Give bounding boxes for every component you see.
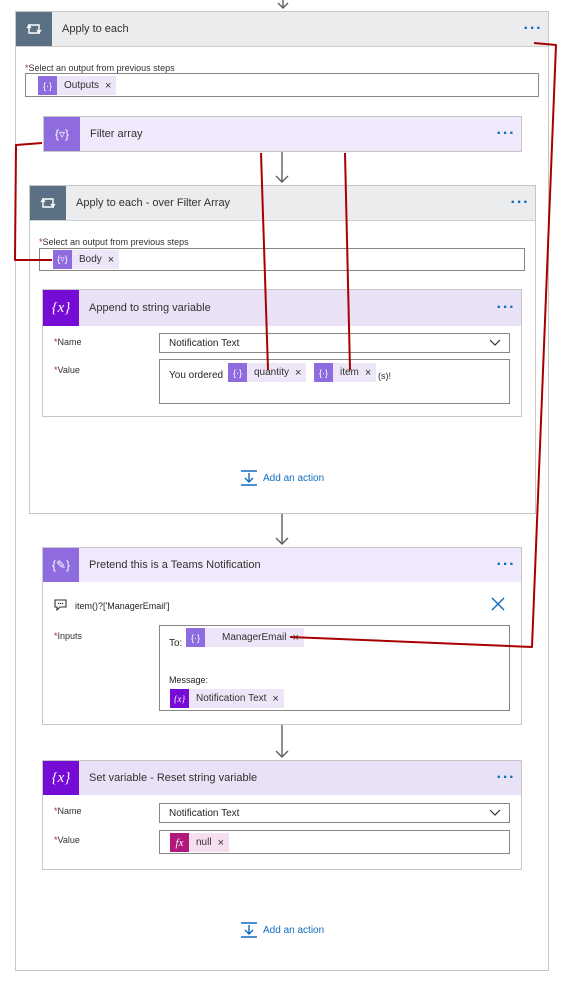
teams-notification-title: Pretend this is a Teams Notification (89, 559, 261, 571)
remove-token-icon[interactable]: × (272, 693, 278, 705)
inputs-label: *Inputs (54, 631, 83, 641)
select-output-label: *Select an output from previous steps (25, 63, 175, 73)
name-dropdown[interactable]: Notification Text (159, 803, 510, 823)
connector-arrow-icon (275, 725, 289, 758)
loop-icon (16, 12, 52, 46)
more-options-button[interactable]: ··· (491, 769, 521, 787)
append-variable-header[interactable]: {x} Append to string variable ··· (43, 290, 521, 326)
chevron-down-icon (489, 809, 501, 816)
set-variable-title: Set variable - Reset string variable (89, 772, 258, 784)
more-options-button[interactable]: ··· (491, 299, 521, 317)
remove-token-icon[interactable]: × (218, 837, 224, 849)
loop-icon (30, 186, 66, 220)
close-icon[interactable] (491, 597, 505, 611)
name-label: *Name (54, 337, 82, 347)
inputs-field[interactable]: To: {·} ManagerEmail × Message: {x} Notif… (159, 625, 510, 711)
expression-icon: fx (170, 833, 189, 852)
dynamic-content-icon: {·} (186, 628, 205, 647)
select-output-label: *Select an output from previous steps (39, 237, 189, 247)
body-token[interactable]: {▿} Body × (53, 250, 120, 269)
chevron-down-icon (489, 339, 501, 346)
teams-notification-header[interactable]: {✎} Pretend this is a Teams Notification… (43, 548, 521, 582)
name-dropdown[interactable]: Notification Text (159, 333, 510, 353)
value-label: *Value (54, 835, 80, 845)
value-label: *Value (54, 365, 80, 375)
connector-arrow-icon (275, 152, 289, 183)
variable-icon: {x} (43, 761, 79, 795)
apply-to-each-title: Apply to each (62, 23, 129, 35)
item-token[interactable]: {·} item × (314, 363, 377, 382)
filter-icon: {▿} (44, 117, 80, 151)
more-options-button[interactable]: ··· (491, 556, 521, 574)
dynamic-content-icon: {·} (38, 76, 57, 95)
remove-token-icon[interactable]: × (292, 632, 298, 644)
compose-icon: {✎} (43, 548, 79, 582)
add-action-icon (241, 922, 257, 938)
variable-icon: {x} (170, 689, 189, 708)
dynamic-content-icon: {·} (228, 363, 247, 382)
apply-to-each-filter-header[interactable]: Apply to each - over Filter Array ··· (30, 186, 535, 221)
null-token[interactable]: fx null × (170, 833, 230, 852)
top-arrow-icon (277, 0, 289, 9)
select-output-field[interactable]: {▿} Body × (39, 248, 525, 271)
more-options-button[interactable]: ··· (491, 125, 521, 143)
filter-array-title: Filter array (90, 128, 143, 140)
name-value: Notification Text (169, 807, 240, 819)
dynamic-content-icon: {·} (314, 363, 333, 382)
select-output-field[interactable]: {·} Outputs × (25, 73, 539, 97)
message-label: Message: (169, 675, 209, 685)
set-variable-header[interactable]: {x} Set variable - Reset string variable… (43, 761, 521, 795)
quantity-token[interactable]: {·} quantity × (228, 363, 307, 382)
name-value: Notification Text (169, 337, 240, 349)
variable-icon: {x} (43, 290, 79, 326)
notification-text-token[interactable]: {x} Notification Text × (170, 689, 284, 708)
to-label: To: (169, 638, 183, 649)
connector-arrow-icon (275, 514, 289, 545)
add-action-link[interactable]: Add an action (240, 469, 324, 487)
parameter-expression-text: item()?['ManagerEmail'] (75, 601, 170, 611)
add-action-icon (241, 470, 257, 486)
remove-token-icon[interactable]: × (108, 254, 114, 266)
value-field[interactable]: You ordered {·} quantity × {·} item × (s)! (159, 359, 510, 404)
name-label: *Name (54, 806, 82, 816)
remove-token-icon[interactable]: × (295, 367, 301, 379)
add-action-link[interactable]: Add an action (240, 921, 324, 939)
filter-token-icon: {▿} (53, 250, 72, 269)
value-suffix-text: (s)! (378, 371, 391, 381)
filter-array-header[interactable]: {▿} Filter array ··· (44, 117, 521, 151)
more-options-button[interactable]: ··· (518, 20, 548, 38)
more-options-button[interactable]: ··· (505, 194, 535, 212)
manager-email-token[interactable]: {·} ManagerEmail × (186, 628, 304, 647)
value-field[interactable]: fx null × (159, 830, 510, 854)
filter-array-card[interactable]: {▿} Filter array ··· (43, 116, 522, 152)
remove-token-icon[interactable]: × (105, 80, 111, 92)
append-variable-title: Append to string variable (89, 302, 211, 314)
remove-token-icon[interactable]: × (365, 367, 371, 379)
apply-to-each-filter-title: Apply to each - over Filter Array (76, 197, 231, 209)
comment-icon (54, 599, 67, 611)
outputs-token[interactable]: {·} Outputs × (38, 76, 117, 95)
value-prefix-text: You ordered (169, 370, 224, 381)
apply-to-each-header[interactable]: Apply to each ··· (16, 12, 548, 47)
